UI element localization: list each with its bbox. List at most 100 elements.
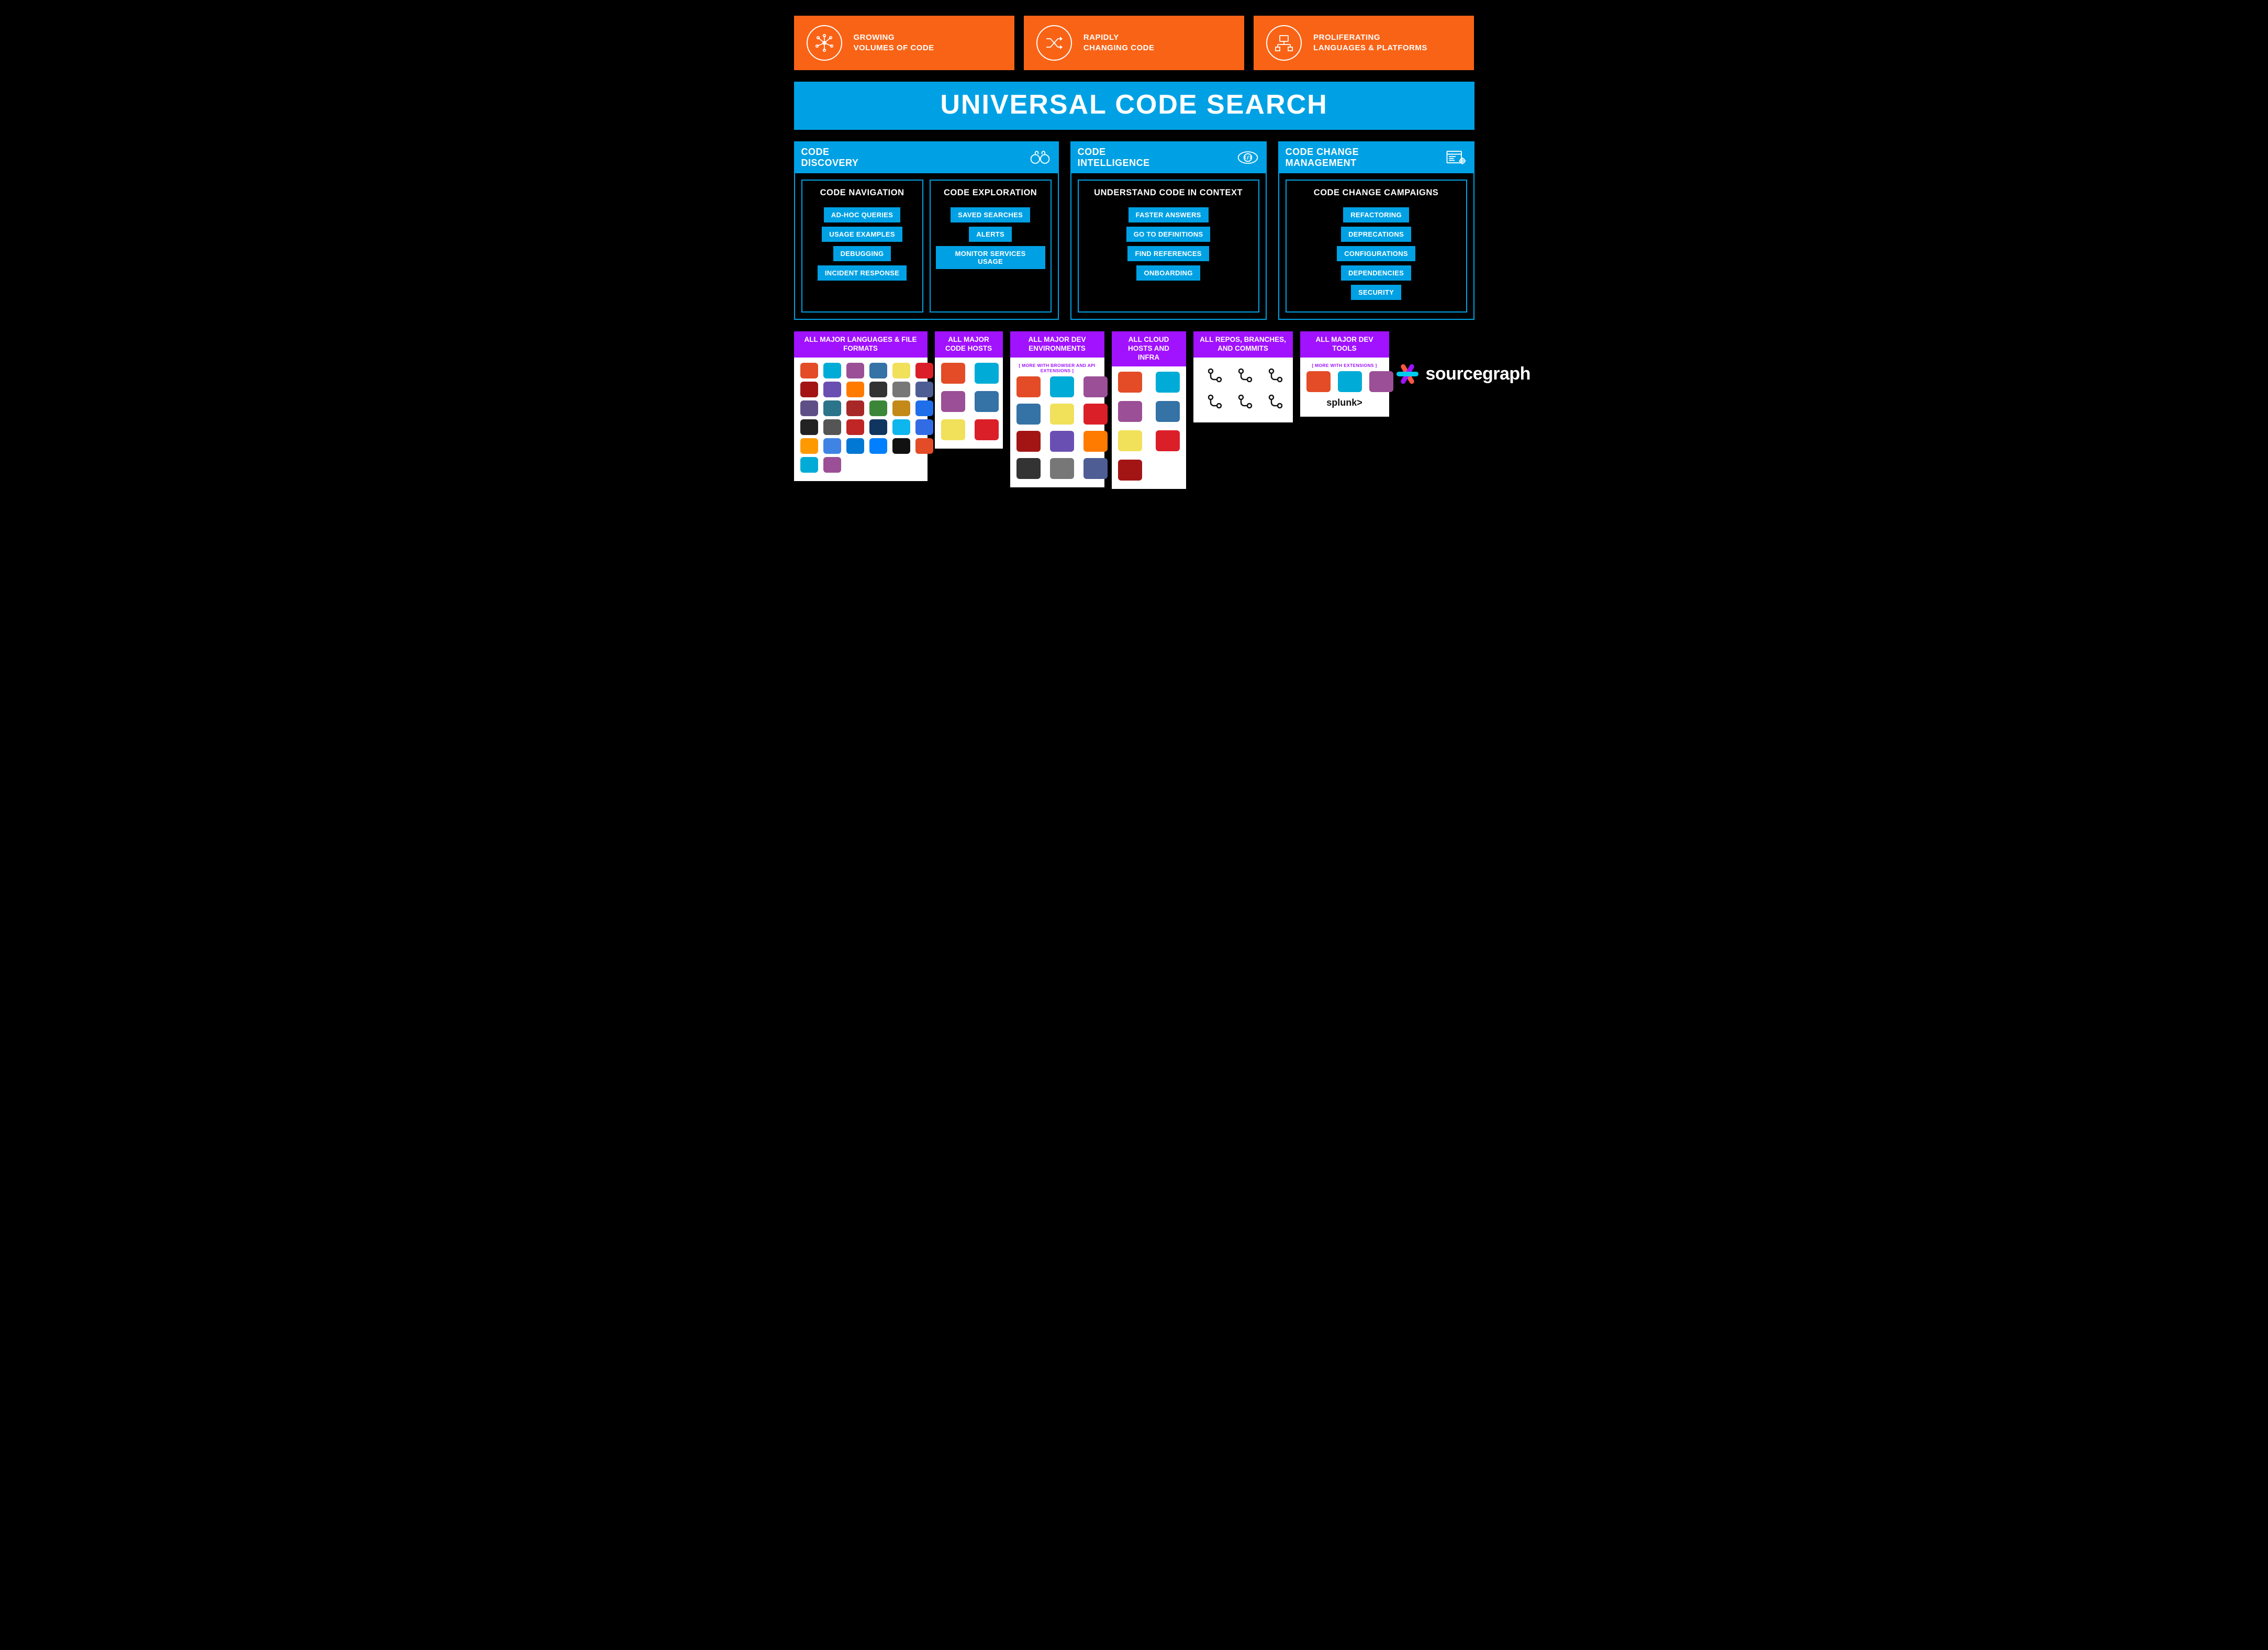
pill: INCIDENT RESPONSE (818, 265, 907, 281)
pill: FIND REFERENCES (1127, 246, 1209, 261)
logo-pull-request (1233, 391, 1257, 412)
card-note: [ MORE WITH BROWSER AND API EXTENSIONS ] (1016, 363, 1098, 373)
logo-diff (1264, 391, 1288, 412)
logo-ruby (800, 382, 818, 397)
pillar-body: CODE CHANGE CAMPAIGNS REFACTORING DEPREC… (1278, 173, 1474, 320)
window-gear-icon (1444, 149, 1467, 166)
pill: AD-HOC QUERIES (824, 207, 900, 222)
logo-grid (1200, 363, 1287, 414)
logo-review (975, 391, 999, 412)
logo-graphql (823, 438, 841, 454)
challenge-card-proliferating: PROLIFERATING LANGUAGES & PLATFORMS (1254, 16, 1474, 70)
logo-open-source (1203, 365, 1227, 386)
shuffle-icon (1036, 25, 1072, 61)
logo-onion (892, 419, 910, 435)
card-cloud: ALL CLOUD HOSTS AND INFRA (1112, 331, 1186, 489)
logo-grid (1306, 371, 1383, 392)
card-title: ALL MAJOR DEV TOOLS (1300, 331, 1389, 358)
text: VOLUMES OF CODE (854, 43, 934, 53)
card-body (935, 358, 1003, 449)
pillar-body: UNDERSTAND CODE IN CONTEXT FASTER ANSWER… (1070, 173, 1267, 320)
logo-chrome (1083, 376, 1108, 397)
card-note: [ MORE WITH EXTENSIONS ] (1306, 363, 1383, 368)
card-body (1193, 358, 1293, 422)
logo-merge (1203, 391, 1227, 412)
pillar-intelligence: CODE INTELLIGENCE UNDERSTAND CODE IN CON… (1070, 141, 1267, 320)
logo-grid (1016, 376, 1098, 479)
pill: ONBOARDING (1136, 265, 1200, 281)
logo-commit (1233, 365, 1257, 386)
challenge-card-changing: RAPIDLY CHANGING CODE (1024, 16, 1244, 70)
card-dev-tools: ALL MAJOR DEV TOOLS [ MORE WITH EXTENSIO… (1300, 331, 1389, 417)
logo-haskell (823, 400, 841, 416)
logo-kubernetes (1156, 372, 1180, 393)
logo-kotlin (800, 400, 818, 416)
pill: GO TO DEFINITIONS (1126, 227, 1211, 242)
text: LANGUAGES & PLATFORMS (1313, 43, 1427, 53)
pill: SAVED SEARCHES (951, 207, 1030, 222)
logo-grid (800, 363, 921, 473)
logo-python (869, 363, 887, 378)
logo-sentry (1306, 371, 1331, 392)
logo-azure (1118, 430, 1142, 451)
logo-bitbucket (941, 419, 965, 440)
pill: DEBUGGING (833, 246, 891, 261)
logo-goland (1083, 458, 1108, 479)
logo-dart (915, 419, 933, 435)
pill: FASTER ANSWERS (1129, 207, 1209, 222)
logo-sublime (1083, 431, 1108, 452)
card-body (794, 358, 928, 481)
logo-perl (800, 419, 818, 435)
diagram-root: GROWING VOLUMES OF CODE RAPIDLY CHANGING… (794, 16, 1474, 489)
logo-intellij (1050, 376, 1074, 397)
pillar-header: CODE DISCOVERY (794, 141, 1059, 173)
card-title: ALL MAJOR DEV ENVIRONMENTS (1010, 331, 1104, 358)
logo-vs-code (1016, 376, 1041, 397)
logo-java (800, 363, 818, 378)
logo-groovy (892, 400, 910, 416)
card-repos: ALL REPOS, BRANCHES, AND COMMITS (1193, 331, 1293, 422)
logo-fork (1264, 365, 1288, 386)
card-languages: ALL MAJOR LANGUAGES & FILE FORMATS (794, 331, 928, 481)
main-title: UNIVERSAL CODE SEARCH (794, 82, 1474, 130)
pill: ALERTS (969, 227, 1012, 242)
logo-git (975, 419, 999, 440)
logo-vim (1016, 431, 1041, 452)
text: PROLIFERATING (1313, 32, 1427, 43)
logo-c- (846, 363, 864, 378)
logo-digitalocean (1156, 430, 1180, 451)
pill: REFACTORING (1343, 207, 1409, 222)
subbox-navigation: CODE NAVIGATION AD-HOC QUERIES USAGE EXA… (801, 180, 923, 313)
pillar-title: CODE CHANGE MANAGEMENT (1286, 147, 1359, 168)
logo-aws (1118, 401, 1142, 422)
subbox-understand: UNDERSTAND CODE IN CONTEXT FASTER ANSWER… (1078, 180, 1259, 313)
card-body (1112, 366, 1186, 489)
logo-go (823, 363, 841, 378)
challenge-card-growing: GROWING VOLUMES OF CODE (794, 16, 1014, 70)
sourcegraph-mark-icon (1396, 363, 1418, 385)
logo-atom (1050, 431, 1074, 452)
challenge-row: GROWING VOLUMES OF CODE RAPIDLY CHANGING… (794, 16, 1474, 70)
card-body: [ MORE WITH BROWSER AND API EXTENSIONS ] (1010, 358, 1104, 487)
logo-rust (892, 382, 910, 397)
pill: SECURITY (1351, 285, 1401, 300)
subbox-title: CODE EXPLORATION (944, 188, 1037, 198)
card-title: ALL CLOUD HOSTS AND INFRA (1112, 331, 1186, 366)
logo-powershell (869, 419, 887, 435)
logo-c- (823, 382, 841, 397)
splunk-logo: splunk> (1306, 397, 1383, 408)
card-title: ALL MAJOR LANGUAGES & FILE FORMATS (794, 331, 928, 358)
text: RAPIDLY (1083, 32, 1155, 43)
pill: MONITOR SERVICES USAGE (936, 246, 1045, 269)
logo-grid (941, 363, 997, 440)
pillar-title: CODE DISCOVERY (801, 147, 859, 168)
logo-erlang (869, 400, 887, 416)
subbox-title: CODE NAVIGATION (820, 188, 904, 198)
pillar-header: CODE INTELLIGENCE (1070, 141, 1267, 173)
card-body: [ MORE WITH EXTENSIONS ] splunk> (1300, 358, 1389, 417)
logo-php (915, 382, 933, 397)
card-title: ALL REPOS, BRANCHES, AND COMMITS (1193, 331, 1293, 358)
logo-vhdl (846, 419, 864, 435)
brand-area: sourcegraph (1396, 331, 1530, 385)
pill: DEPENDENCIES (1341, 265, 1411, 281)
